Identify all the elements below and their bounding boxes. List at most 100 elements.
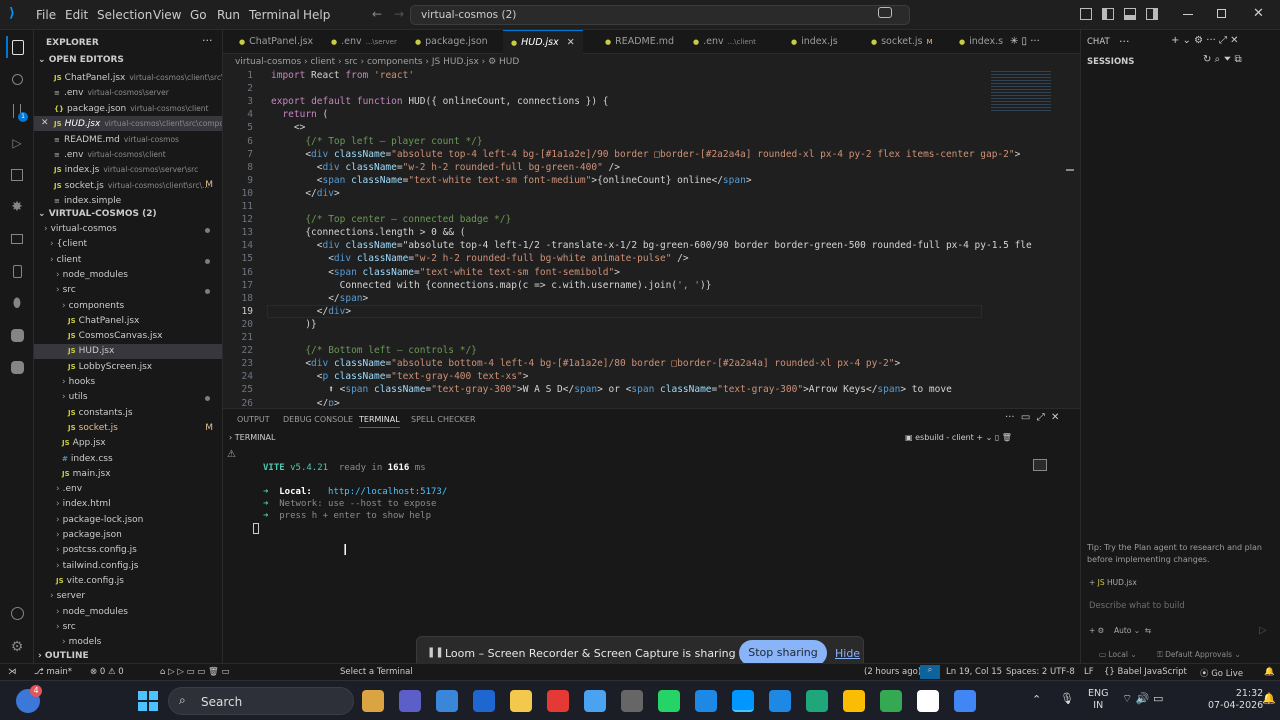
menu-terminal[interactable]: Terminal <box>249 8 300 22</box>
source-control-icon[interactable]: 1 <box>6 100 28 122</box>
whatsapp-icon[interactable] <box>658 690 680 712</box>
defender-icon[interactable] <box>769 690 791 712</box>
tree-item[interactable]: # index.css <box>34 452 222 467</box>
menu-selection[interactable]: Selection <box>97 8 152 22</box>
tree-item[interactable]: JS constants.js <box>34 406 222 421</box>
tree-item[interactable]: › models <box>34 635 222 650</box>
app-3d-icon[interactable] <box>436 690 458 712</box>
tree-item[interactable]: › postcss.config.js <box>34 543 222 558</box>
tab--env[interactable]: ● .env ...\client <box>685 30 764 54</box>
tree-item[interactable]: › client <box>34 253 222 268</box>
bell-icon[interactable]: 🔔 <box>1262 692 1276 705</box>
tree-item[interactable]: › tailwind.config.js <box>34 559 222 574</box>
encoding[interactable]: UTF-8 <box>1050 667 1075 677</box>
open-editor-item[interactable]: ✕ JS HUD.jsx virtual-cosmos\client\src\comp… <box>34 116 222 132</box>
branch-indicator[interactable]: ⎇ main* <box>34 667 72 677</box>
tab-index-js[interactable]: ● index.js <box>783 30 846 54</box>
tab-socket-js[interactable]: ● socket.js M <box>863 30 940 54</box>
run-debug-icon[interactable]: ▷ <box>6 132 28 154</box>
open-editor-item[interactable]: {} package.json virtual-cosmos\client <box>34 101 222 116</box>
terminal-list-icon[interactable] <box>1033 459 1047 471</box>
indentation[interactable]: Spaces: 2 <box>1006 667 1047 677</box>
chrome-alt-icon[interactable] <box>954 690 976 712</box>
remote-explorer-icon[interactable] <box>6 228 28 250</box>
tree-item[interactable]: JS ChatPanel.jsx <box>34 314 222 329</box>
panel-tab-output[interactable]: OUTPUT <box>237 415 270 424</box>
copilot-agent-icon[interactable]: ✸ <box>6 196 28 218</box>
panel-tab-spell-checker[interactable]: SPELL CHECKER <box>411 415 476 424</box>
send-icon[interactable]: ▷ <box>1259 625 1267 636</box>
tree-item[interactable]: › utils <box>34 390 222 405</box>
tree-item[interactable]: › components <box>34 299 222 314</box>
tab-package-json[interactable]: ● package.json <box>407 30 496 54</box>
chat-actions[interactable]: + ⌄ ⚙ ··· ⤢ ✕ <box>1171 35 1239 46</box>
tab-readme-md[interactable]: ● README.md <box>597 30 682 54</box>
tree-item[interactable]: › virtual-cosmos <box>34 222 222 237</box>
minimap[interactable] <box>983 69 1068 406</box>
workspace-header[interactable]: ⌄ VIRTUAL-COSMOS (2) <box>38 209 157 219</box>
editor-actions[interactable]: ✳ ▯ ··· <box>1010 36 1078 50</box>
taskbar-search[interactable]: ⌕ Search <box>168 687 354 715</box>
tree-item[interactable]: › package-lock.json <box>34 513 222 528</box>
tree-item[interactable]: › src <box>34 283 222 298</box>
status-tool-icons[interactable]: ⌂ ▷ ▷ ▭ ▭ 🗑 ▭ <box>160 667 230 677</box>
code-editor[interactable]: 1 import React from 'react' 2 3 export defau… <box>223 69 1080 406</box>
select-terminal[interactable]: Select a Terminal <box>340 667 413 677</box>
testing-icon[interactable] <box>6 260 28 282</box>
app-t-icon[interactable] <box>473 690 495 712</box>
chat-file-chip[interactable]: + JS HUD.jsx <box>1089 578 1137 587</box>
menu-help[interactable]: Help <box>303 8 330 22</box>
outline-header[interactable]: › OUTLINE <box>38 651 89 661</box>
manage-gear-icon[interactable]: ⚙ <box>6 636 28 658</box>
panel-tab-debug-console[interactable]: DEBUG CONSOLE <box>283 415 353 424</box>
tree-item[interactable]: JS vite.config.js <box>34 574 222 589</box>
tree-item[interactable]: JS HUD.jsx <box>34 344 222 360</box>
close-icon[interactable]: ✕ <box>567 37 575 48</box>
cursor-position[interactable]: Ln 19, Col 15 <box>946 667 1002 677</box>
open-editor-item[interactable]: JS ChatPanel.jsx virtual-cosmos\client\src… <box>34 70 222 85</box>
editor-scrollbar[interactable] <box>1066 169 1074 171</box>
layout-toggle-icons[interactable] <box>1080 8 1160 22</box>
explorer-more-icon[interactable]: ··· <box>202 34 213 47</box>
python-env-icon[interactable] <box>6 356 28 378</box>
wifi-volume-battery-icons[interactable]: ⌔ 🔊 ▭ <box>1122 692 1163 706</box>
hide-button[interactable]: Hide <box>835 647 860 660</box>
bell-icon[interactable]: 🔔 <box>1264 667 1275 677</box>
breadcrumb[interactable]: virtual-cosmos › client › src › componen… <box>223 55 1080 69</box>
menu-file[interactable]: File <box>36 8 56 22</box>
panel-actions[interactable]: ··· ▭ ⤢ ✕ <box>1005 412 1059 423</box>
tray-chevron-icon[interactable]: ⌃ <box>1032 693 1041 706</box>
tree-item[interactable]: JS LobbyScreen.jsx <box>34 360 222 375</box>
tree-item[interactable]: › server <box>34 589 222 604</box>
chat-more-icon[interactable]: ··· <box>1119 35 1130 48</box>
terminal-output[interactable]: VITE v5.4.21 ready in 1616 ms ➜ Local: h… <box>253 459 1013 649</box>
vscode-icon[interactable] <box>732 690 754 712</box>
chrome-profile-icon[interactable] <box>880 690 902 712</box>
folder-icon[interactable] <box>510 690 532 712</box>
sessions-actions[interactable]: ↻ ⌕ ⏷ ⧉ <box>1203 54 1242 65</box>
search-icon[interactable] <box>6 68 28 90</box>
clock[interactable]: 21:32 07-04-2026 <box>1208 688 1263 712</box>
zoom-indicator[interactable]: ⌕ <box>920 665 940 679</box>
language-indicator[interactable]: ENG IN <box>1088 688 1108 712</box>
tree-item[interactable]: › node_modules <box>34 605 222 620</box>
menu-view[interactable]: View <box>153 8 181 22</box>
tree-item[interactable]: › .env <box>34 482 222 497</box>
edge-icon[interactable] <box>806 690 828 712</box>
open-editor-item[interactable]: ≡ README.md virtual-cosmos <box>34 132 222 147</box>
tree-item[interactable]: JS App.jsx <box>34 436 222 451</box>
vscode-insiders-icon[interactable] <box>695 690 717 712</box>
chat-local[interactable]: ▭ Local ⌄ <box>1099 650 1137 659</box>
close-button[interactable]: ✕ <box>1253 6 1264 21</box>
tab-hud-jsx[interactable]: ● HUD.jsx ✕ <box>503 30 583 54</box>
local-url[interactable]: http://localhost:5173/ <box>328 487 447 497</box>
open-editor-item[interactable]: ≡ index.simple <box>34 193 222 208</box>
accounts-icon[interactable] <box>6 602 28 624</box>
close-icon[interactable]: ✕ <box>41 116 49 131</box>
chat-input[interactable]: Describe what to build <box>1089 601 1273 611</box>
start-icon[interactable] <box>138 691 158 711</box>
teams-icon[interactable] <box>399 690 421 712</box>
tree-item[interactable]: › node_modules <box>34 268 222 283</box>
tab--env[interactable]: ● .env ...\server <box>323 30 405 54</box>
tab-index-s[interactable]: ● index.s <box>951 30 1011 54</box>
